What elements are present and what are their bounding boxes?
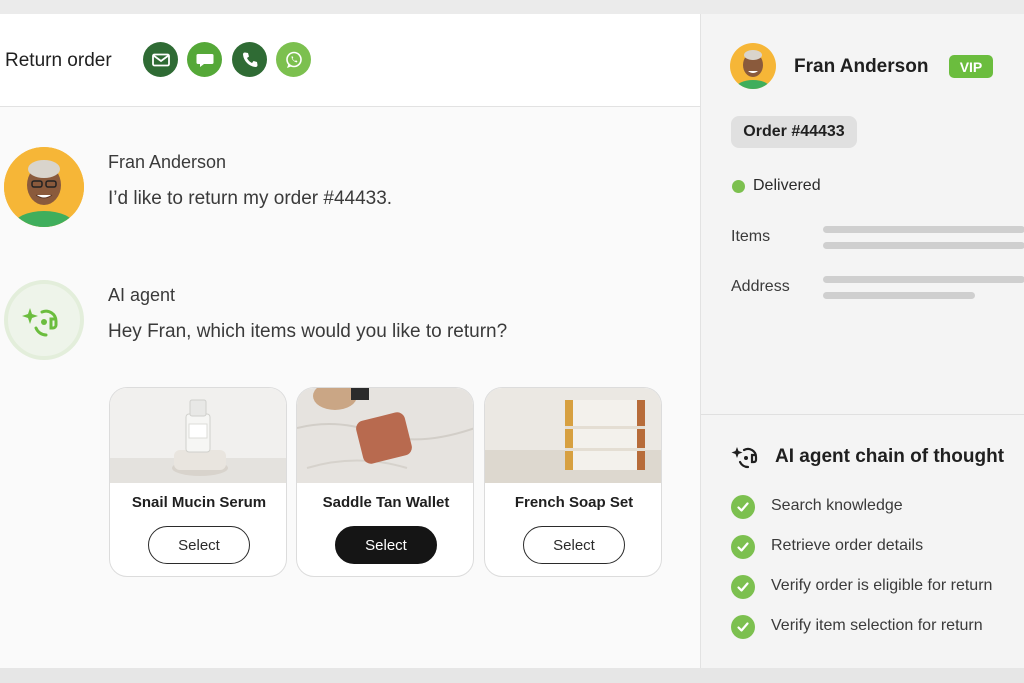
product-name: French Soap Set bbox=[514, 494, 634, 511]
status-dot-icon bbox=[732, 180, 745, 193]
wallet-image bbox=[297, 388, 473, 483]
check-circle-icon bbox=[731, 615, 755, 639]
whatsapp-channel-button[interactable] bbox=[276, 42, 311, 77]
address-placeholder-bar bbox=[823, 292, 975, 299]
whatsapp-icon bbox=[285, 51, 302, 68]
chain-step-label: Retrieve order details bbox=[771, 537, 924, 554]
check-circle-icon bbox=[731, 575, 755, 599]
agent-message: Hey Fran, which items would you like to … bbox=[108, 321, 508, 342]
agent-name: AI agent bbox=[108, 285, 176, 305]
ai-agent-avatar bbox=[4, 280, 84, 360]
window-bottom-strip bbox=[0, 668, 1024, 683]
phone-channel-button[interactable] bbox=[232, 42, 267, 77]
select-wallet-button[interactable]: Select bbox=[335, 526, 437, 564]
serum-image bbox=[110, 388, 286, 483]
vip-badge: VIP bbox=[949, 55, 993, 78]
chain-step: Verify item selection for return bbox=[731, 614, 983, 640]
email-channel-button[interactable] bbox=[143, 42, 178, 77]
customer-message: I’d like to return my order #44433. bbox=[108, 188, 393, 209]
chain-step: Retrieve order details bbox=[731, 534, 923, 560]
chain-step-label: Search knowledge bbox=[771, 497, 903, 514]
chain-of-thought-title: AI agent chain of thought bbox=[775, 446, 1005, 467]
chain-step-label: Verify order is eligible for return bbox=[771, 577, 993, 594]
items-label: Items bbox=[731, 228, 771, 245]
select-serum-button[interactable]: Select bbox=[148, 526, 250, 564]
product-name: Snail Mucin Serum bbox=[131, 494, 267, 511]
check-circle-icon bbox=[731, 535, 755, 559]
chain-step: Search knowledge bbox=[731, 494, 903, 520]
conversation-header: Return order bbox=[0, 14, 700, 107]
customer-details-panel: Fran Anderson VIP Order #44433 Delivered… bbox=[700, 14, 1024, 668]
window-top-strip bbox=[0, 0, 1024, 14]
product-card-soap[interactable]: French Soap Set Select bbox=[484, 387, 662, 577]
address-label: Address bbox=[731, 278, 790, 295]
address-placeholder-bar bbox=[823, 276, 1024, 283]
select-soap-button[interactable]: Select bbox=[523, 526, 625, 564]
chain-step-label: Verify item selection for return bbox=[771, 617, 983, 634]
page-title: Return order bbox=[5, 50, 112, 71]
check-circle-icon bbox=[731, 495, 755, 519]
items-placeholder-bar bbox=[823, 242, 1024, 249]
customer-portrait bbox=[4, 147, 84, 227]
customer-name: Fran Anderson bbox=[108, 152, 227, 172]
envelope-icon bbox=[151, 53, 170, 66]
ai-agent-icon bbox=[22, 308, 58, 337]
product-name: Saddle Tan Wallet bbox=[322, 494, 450, 511]
chat-bubble-icon bbox=[196, 53, 213, 67]
customer-avatar-small bbox=[730, 43, 776, 89]
product-card-serum[interactable]: Snail Mucin Serum Select bbox=[109, 387, 287, 577]
soap-image bbox=[485, 388, 661, 483]
ai-agent-icon bbox=[731, 447, 758, 469]
section-divider bbox=[701, 414, 1024, 415]
phone-icon bbox=[242, 52, 257, 67]
customer-name-header: Fran Anderson bbox=[794, 56, 929, 77]
order-status: Delivered bbox=[753, 177, 821, 194]
product-card-wallet[interactable]: Saddle Tan Wallet Select bbox=[296, 387, 474, 577]
chain-step: Verify order is eligible for return bbox=[731, 574, 992, 600]
order-number-badge[interactable]: Order #44433 bbox=[731, 116, 857, 148]
chat-channel-button[interactable] bbox=[187, 42, 222, 77]
items-placeholder-bar bbox=[823, 226, 1024, 233]
conversation-panel: Return order Fran Anderson I’d like to r… bbox=[0, 14, 700, 668]
customer-avatar bbox=[4, 147, 84, 227]
